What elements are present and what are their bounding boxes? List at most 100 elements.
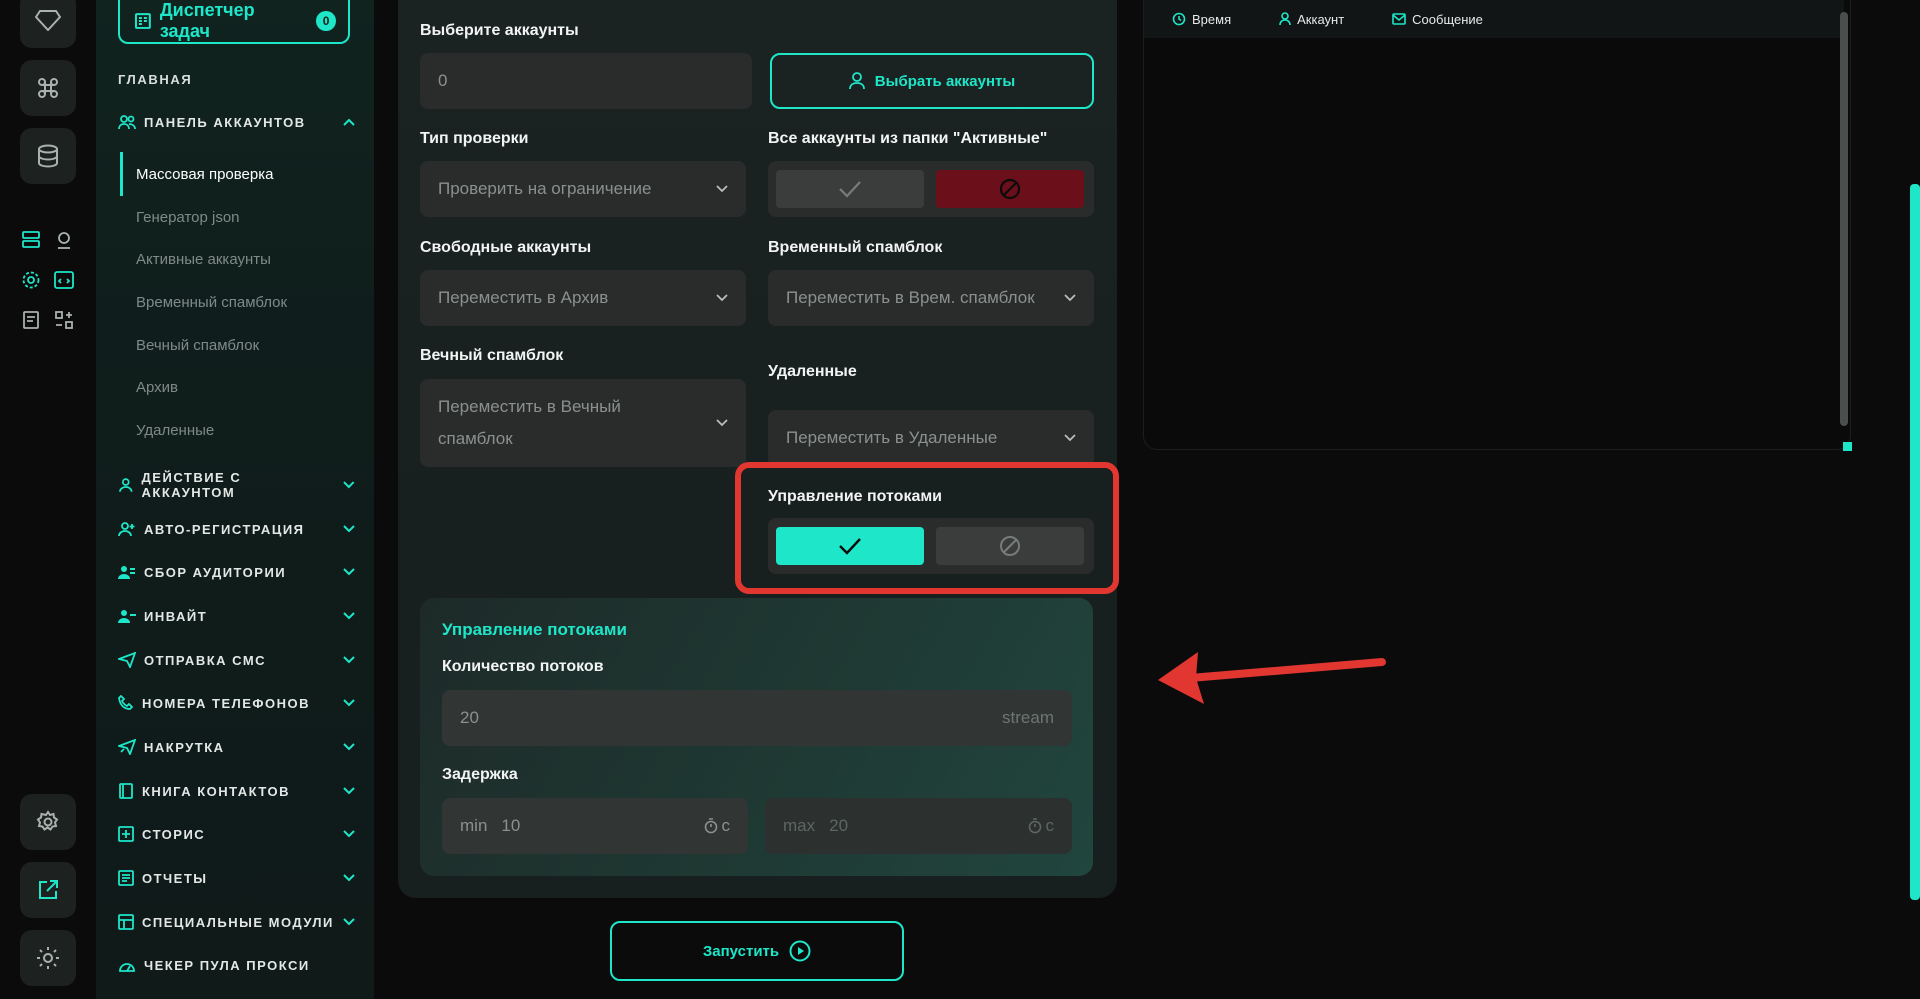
- chevron-down-icon: [716, 294, 728, 302]
- temp-spamblock-label: Временный спамблок: [768, 239, 943, 256]
- chevron-down-icon: [716, 185, 728, 193]
- log-col-time[interactable]: Время: [1172, 12, 1231, 27]
- book-icon: [119, 783, 133, 799]
- external-link-icon[interactable]: [20, 862, 76, 918]
- check-type-value: Проверить на ограничение: [438, 179, 652, 198]
- chevron-down-icon: [343, 481, 355, 489]
- all-active-yes-option[interactable]: [776, 170, 924, 208]
- widgets-icon[interactable]: [52, 308, 76, 332]
- sub-item-json-generator[interactable]: Генератор json: [136, 205, 240, 229]
- log-col-message[interactable]: Сообщение: [1392, 12, 1483, 27]
- gear-icon[interactable]: [19, 268, 43, 292]
- task-manager-button[interactable]: Диспетчер задач 0: [118, 0, 350, 44]
- servers-icon[interactable]: [19, 228, 43, 252]
- log-panel: Время Аккаунт Сообщение: [1143, 0, 1852, 451]
- accounts-panel-label: ПАНЕЛЬ АККАУНТОВ: [144, 114, 306, 130]
- eternal-spamblock-select[interactable]: Переместить в Вечный спамблок: [420, 379, 746, 467]
- threads-count-label: Количество потоков: [442, 658, 604, 675]
- select-accounts-field[interactable]: 0: [420, 53, 752, 109]
- chevron-down-icon: [343, 830, 355, 838]
- select-accounts-value: 0: [438, 71, 448, 90]
- nav-contact-book[interactable]: КНИГА КОНТАКТОВ: [118, 778, 356, 804]
- delay-max-input[interactable]: max 20 с: [765, 798, 1072, 854]
- nav-auto-registration[interactable]: АВТО-РЕГИСТРАЦИЯ: [118, 516, 356, 542]
- code-window-icon[interactable]: [52, 268, 76, 292]
- sub-item-mass-check[interactable]: Массовая проверка: [136, 162, 273, 186]
- nav-send-sms[interactable]: ОТПРАВКА СМС: [118, 647, 356, 673]
- send-icon: [118, 652, 136, 668]
- nav-label: ОТПРАВКА СМС: [144, 652, 267, 668]
- chevron-down-icon: [343, 787, 355, 795]
- free-accounts-label: Свободные аккаунты: [420, 239, 592, 256]
- sun-icon[interactable]: [20, 930, 76, 986]
- all-active-toggle: [768, 161, 1094, 217]
- chevron-down-icon: [343, 568, 355, 576]
- nav-reports[interactable]: ОТЧЕТЫ: [118, 865, 356, 891]
- nav-account-actions[interactable]: ДЕЙСТВИЕ С АККАУНТОМ: [118, 470, 356, 500]
- threads-section: Управление потоками Количество потоков 2…: [420, 598, 1093, 876]
- nav-label: КНИГА КОНТАКТОВ: [142, 783, 291, 799]
- log-scrollbar[interactable]: [1840, 12, 1848, 426]
- nav-proxy-checker[interactable]: ЧЕКЕР ПУЛА ПРОКСИ: [118, 952, 356, 978]
- nav-label: АВТО-РЕГИСТРАЦИЯ: [144, 521, 305, 537]
- resize-handle[interactable]: [1843, 442, 1852, 451]
- gauge-icon: [119, 963, 135, 972]
- delay-max-value: 20: [829, 816, 849, 835]
- sub-item-archive[interactable]: Архив: [136, 375, 178, 399]
- deleted-select[interactable]: Переместить в Удаленные: [768, 410, 1094, 466]
- stopwatch-icon: [1028, 818, 1041, 834]
- database-icon[interactable]: [20, 128, 76, 184]
- nav-label: НОМЕРА ТЕЛЕФОНОВ: [142, 695, 311, 711]
- log-col-time-label: Время: [1192, 11, 1232, 27]
- proxy-icon[interactable]: [52, 228, 76, 252]
- select-accounts-button-label: Выбрать аккаунты: [874, 72, 1016, 90]
- all-active-no-option[interactable]: [936, 170, 1084, 208]
- chevron-down-icon: [343, 743, 355, 751]
- nav-label: ИНВАЙТ: [144, 608, 208, 624]
- invite-icon: [118, 610, 136, 623]
- chevron-down-icon: [343, 656, 355, 664]
- nav-phone-numbers[interactable]: НОМЕРА ТЕЛЕФОНОВ: [118, 690, 356, 716]
- delay-min-value: 10: [501, 816, 521, 835]
- sub-item-temp-spamblock[interactable]: Временный спамблок: [136, 290, 287, 314]
- eternal-spamblock-value-line2: спамблок: [438, 429, 513, 448]
- report-icon: [118, 870, 134, 886]
- nav-special-modules[interactable]: СПЕЦИАЛЬНЫЕ МОДУЛИ: [118, 909, 356, 935]
- clock-icon: [1172, 12, 1186, 26]
- delay-min-prefix: min: [460, 816, 488, 835]
- nav-boost[interactable]: НАКРУТКА: [118, 734, 356, 760]
- notes-icon[interactable]: [19, 308, 43, 332]
- sub-item-active-accounts[interactable]: Активные аккаунты: [136, 247, 271, 271]
- threads-count-input[interactable]: 20 stream: [442, 690, 1072, 746]
- select-accounts-button[interactable]: Выбрать аккаунты: [770, 53, 1094, 109]
- nav-audience-collection[interactable]: СБОР АУДИТОРИИ: [118, 559, 356, 585]
- run-button[interactable]: Запустить: [610, 921, 904, 981]
- active-item-indicator: [120, 152, 123, 196]
- temp-spamblock-select[interactable]: Переместить в Врем. спамблок: [768, 270, 1094, 326]
- check-type-select[interactable]: Проверить на ограничение: [420, 161, 746, 217]
- delay-min-unit-group: с: [704, 816, 731, 836]
- chevron-down-icon: [1064, 434, 1076, 442]
- chevron-down-icon: [343, 525, 355, 533]
- users-icon: [118, 115, 136, 130]
- delay-min-input[interactable]: min 10 с: [442, 798, 748, 854]
- nav-stories[interactable]: СТОРИС: [118, 821, 356, 847]
- sidebar: Диспетчер задач 0 ГЛАВНАЯ ПАНЕЛЬ АККАУНТ…: [96, 0, 374, 999]
- check-type-label: Тип проверки: [420, 130, 529, 147]
- highlight-frame: [735, 462, 1119, 594]
- accounts-panel-toggle[interactable]: ПАНЕЛЬ АККАУНТОВ: [118, 109, 356, 135]
- nav-invite[interactable]: ИНВАЙТ: [118, 603, 356, 629]
- sub-item-eternal-spamblock[interactable]: Вечный спамблок: [136, 333, 259, 357]
- log-col-account[interactable]: Аккаунт: [1279, 12, 1344, 27]
- diamond-icon[interactable]: [20, 0, 76, 48]
- command-icon[interactable]: [20, 60, 76, 116]
- phone-icon: [118, 695, 134, 710]
- delay-max-unit-group: с: [1028, 816, 1054, 836]
- sub-item-deleted[interactable]: Удаленные: [136, 418, 214, 442]
- threads-unit: stream: [1002, 708, 1054, 727]
- main-section-label: ГЛАВНАЯ: [118, 72, 193, 87]
- page-scrollbar[interactable]: [1910, 184, 1920, 900]
- settings-icon[interactable]: [20, 794, 76, 850]
- delay-min-unit: с: [721, 816, 731, 835]
- free-accounts-select[interactable]: Переместить в Архив: [420, 270, 746, 326]
